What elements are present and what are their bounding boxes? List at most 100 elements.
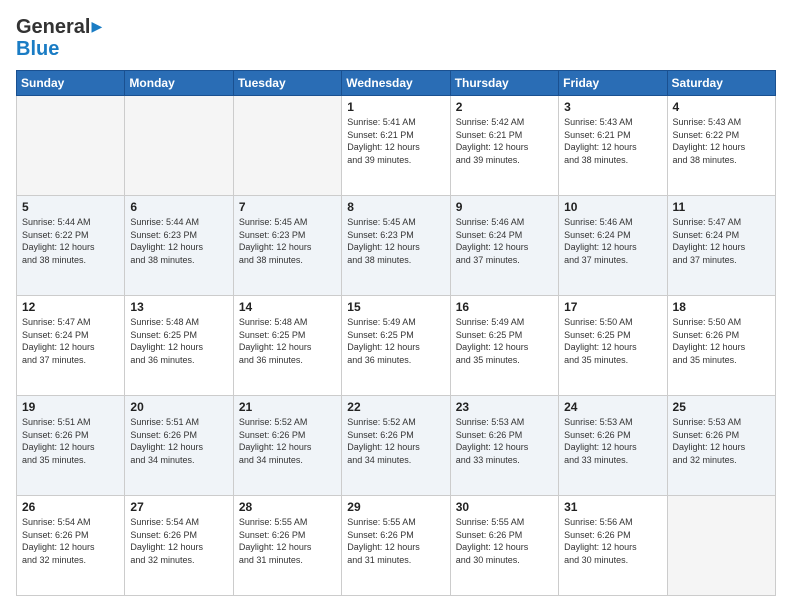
day-number: 19	[22, 400, 119, 414]
table-row: 24 Sunrise: 5:53 AM Sunset: 6:26 PM Dayli…	[559, 396, 667, 496]
calendar-week-row: 1 Sunrise: 5:41 AM Sunset: 6:21 PM Daylig…	[17, 96, 776, 196]
table-row: 1 Sunrise: 5:41 AM Sunset: 6:21 PM Daylig…	[342, 96, 450, 196]
day-info: Sunrise: 5:50 AM Sunset: 6:25 PM Dayligh…	[564, 316, 661, 366]
table-row	[667, 496, 775, 596]
calendar-week-row: 26 Sunrise: 5:54 AM Sunset: 6:26 PM Dayli…	[17, 496, 776, 596]
day-info: Sunrise: 5:49 AM Sunset: 6:25 PM Dayligh…	[347, 316, 444, 366]
table-row: 9Sunrise: 5:46 AM Sunset: 6:24 PM Daylig…	[450, 196, 558, 296]
day-info: Sunrise: 5:56 AM Sunset: 6:26 PM Dayligh…	[564, 516, 661, 566]
day-number: 21	[239, 400, 336, 414]
day-info: Sunrise: 5:48 AM Sunset: 6:25 PM Dayligh…	[130, 316, 227, 366]
day-info: Sunrise: 5:52 AM Sunset: 6:26 PM Dayligh…	[347, 416, 444, 466]
table-row: 20 Sunrise: 5:51 AM Sunset: 6:26 PM Dayli…	[125, 396, 233, 496]
day-info: Sunrise: 5:49 AM Sunset: 6:25 PM Dayligh…	[456, 316, 553, 366]
day-number: 14	[239, 300, 336, 314]
table-row: 28 Sunrise: 5:55 AM Sunset: 6:26 PM Dayli…	[233, 496, 341, 596]
col-tuesday: Tuesday	[233, 71, 341, 96]
day-number: 25	[673, 400, 770, 414]
day-number: 30	[456, 500, 553, 514]
day-number: 13	[130, 300, 227, 314]
day-info: Sunrise: 5:54 AM Sunset: 6:26 PM Dayligh…	[130, 516, 227, 566]
table-row: 3 Sunrise: 5:43 AM Sunset: 6:21 PM Daylig…	[559, 96, 667, 196]
table-row: 17 Sunrise: 5:50 AM Sunset: 6:25 PM Dayli…	[559, 296, 667, 396]
table-row: 12 Sunrise: 5:47 AM Sunset: 6:24 PM Dayli…	[17, 296, 125, 396]
page: General▶ Blue Sunday Monday Tuesday Wedn…	[0, 0, 792, 612]
table-row: 7Sunrise: 5:45 AM Sunset: 6:23 PM Daylig…	[233, 196, 341, 296]
table-row: 13 Sunrise: 5:48 AM Sunset: 6:25 PM Dayli…	[125, 296, 233, 396]
day-info: Sunrise: 5:51 AM Sunset: 6:26 PM Dayligh…	[22, 416, 119, 466]
day-number: 20	[130, 400, 227, 414]
day-number: 18	[673, 300, 770, 314]
logo-blue-label: Blue	[16, 38, 59, 60]
day-number: 9	[456, 200, 553, 214]
day-info: Sunrise: 5:44 AM Sunset: 6:22 PM Dayligh…	[22, 216, 119, 266]
day-number: 2	[456, 100, 553, 114]
day-number: 27	[130, 500, 227, 514]
table-row: 4 Sunrise: 5:43 AM Sunset: 6:22 PM Daylig…	[667, 96, 775, 196]
day-number: 6	[130, 200, 227, 214]
col-monday: Monday	[125, 71, 233, 96]
day-info: Sunrise: 5:46 AM Sunset: 6:24 PM Dayligh…	[564, 216, 661, 266]
day-info: Sunrise: 5:52 AM Sunset: 6:26 PM Dayligh…	[239, 416, 336, 466]
table-row: 15Sunrise: 5:49 AM Sunset: 6:25 PM Dayli…	[342, 296, 450, 396]
day-info: Sunrise: 5:54 AM Sunset: 6:26 PM Dayligh…	[22, 516, 119, 566]
day-info: Sunrise: 5:42 AM Sunset: 6:21 PM Dayligh…	[456, 116, 553, 166]
day-info: Sunrise: 5:43 AM Sunset: 6:21 PM Dayligh…	[564, 116, 661, 166]
col-friday: Friday	[559, 71, 667, 96]
table-row: 19 Sunrise: 5:51 AM Sunset: 6:26 PM Dayli…	[17, 396, 125, 496]
day-number: 12	[22, 300, 119, 314]
day-info: Sunrise: 5:48 AM Sunset: 6:25 PM Dayligh…	[239, 316, 336, 366]
day-info: Sunrise: 5:47 AM Sunset: 6:24 PM Dayligh…	[673, 216, 770, 266]
day-number: 1	[347, 100, 444, 114]
day-number: 4	[673, 100, 770, 114]
col-thursday: Thursday	[450, 71, 558, 96]
day-number: 10	[564, 200, 661, 214]
table-row: 22 Sunrise: 5:52 AM Sunset: 6:26 PM Dayli…	[342, 396, 450, 496]
day-number: 22	[347, 400, 444, 414]
table-row: 5 Sunrise: 5:44 AM Sunset: 6:22 PM Daylig…	[17, 196, 125, 296]
day-info: Sunrise: 5:53 AM Sunset: 6:26 PM Dayligh…	[456, 416, 553, 466]
day-info: Sunrise: 5:53 AM Sunset: 6:26 PM Dayligh…	[673, 416, 770, 466]
table-row: 16 Sunrise: 5:49 AM Sunset: 6:25 PM Dayli…	[450, 296, 558, 396]
day-info: Sunrise: 5:47 AM Sunset: 6:24 PM Dayligh…	[22, 316, 119, 366]
table-row: 10 Sunrise: 5:46 AM Sunset: 6:24 PM Dayli…	[559, 196, 667, 296]
table-row: 27 Sunrise: 5:54 AM Sunset: 6:26 PM Dayli…	[125, 496, 233, 596]
day-info: Sunrise: 5:51 AM Sunset: 6:26 PM Dayligh…	[130, 416, 227, 466]
day-number: 29	[347, 500, 444, 514]
table-row	[17, 96, 125, 196]
day-info: Sunrise: 5:44 AM Sunset: 6:23 PM Dayligh…	[130, 216, 227, 266]
day-number: 23	[456, 400, 553, 414]
day-number: 5	[22, 200, 119, 214]
day-info: Sunrise: 5:45 AM Sunset: 6:23 PM Dayligh…	[347, 216, 444, 266]
table-row	[125, 96, 233, 196]
header: General▶ Blue	[16, 16, 776, 60]
day-number: 8	[347, 200, 444, 214]
day-info: Sunrise: 5:53 AM Sunset: 6:26 PM Dayligh…	[564, 416, 661, 466]
day-number: 17	[564, 300, 661, 314]
day-info: Sunrise: 5:43 AM Sunset: 6:22 PM Dayligh…	[673, 116, 770, 166]
day-number: 28	[239, 500, 336, 514]
table-row: 18Sunrise: 5:50 AM Sunset: 6:26 PM Dayli…	[667, 296, 775, 396]
col-sunday: Sunday	[17, 71, 125, 96]
day-number: 3	[564, 100, 661, 114]
calendar-week-row: 19 Sunrise: 5:51 AM Sunset: 6:26 PM Dayli…	[17, 396, 776, 496]
logo-arrow-icon: ▶	[91, 19, 102, 34]
table-row: 8 Sunrise: 5:45 AM Sunset: 6:23 PM Daylig…	[342, 196, 450, 296]
day-info: Sunrise: 5:55 AM Sunset: 6:26 PM Dayligh…	[239, 516, 336, 566]
calendar-header-row: Sunday Monday Tuesday Wednesday Thursday…	[17, 71, 776, 96]
day-number: 24	[564, 400, 661, 414]
day-info: Sunrise: 5:55 AM Sunset: 6:26 PM Dayligh…	[347, 516, 444, 566]
table-row: 26 Sunrise: 5:54 AM Sunset: 6:26 PM Dayli…	[17, 496, 125, 596]
table-row: 31Sunrise: 5:56 AM Sunset: 6:26 PM Dayli…	[559, 496, 667, 596]
day-info: Sunrise: 5:45 AM Sunset: 6:23 PM Dayligh…	[239, 216, 336, 266]
day-number: 16	[456, 300, 553, 314]
table-row: 25 Sunrise: 5:53 AM Sunset: 6:26 PM Dayli…	[667, 396, 775, 496]
table-row: 23 Sunrise: 5:53 AM Sunset: 6:26 PM Dayli…	[450, 396, 558, 496]
table-row: 2 Sunrise: 5:42 AM Sunset: 6:21 PM Daylig…	[450, 96, 558, 196]
calendar-week-row: 12 Sunrise: 5:47 AM Sunset: 6:24 PM Dayli…	[17, 296, 776, 396]
table-row: 21 Sunrise: 5:52 AM Sunset: 6:26 PM Dayli…	[233, 396, 341, 496]
table-row: 6 Sunrise: 5:44 AM Sunset: 6:23 PM Daylig…	[125, 196, 233, 296]
table-row: 30Sunrise: 5:55 AM Sunset: 6:26 PM Dayli…	[450, 496, 558, 596]
day-number: 26	[22, 500, 119, 514]
day-info: Sunrise: 5:41 AM Sunset: 6:21 PM Dayligh…	[347, 116, 444, 166]
